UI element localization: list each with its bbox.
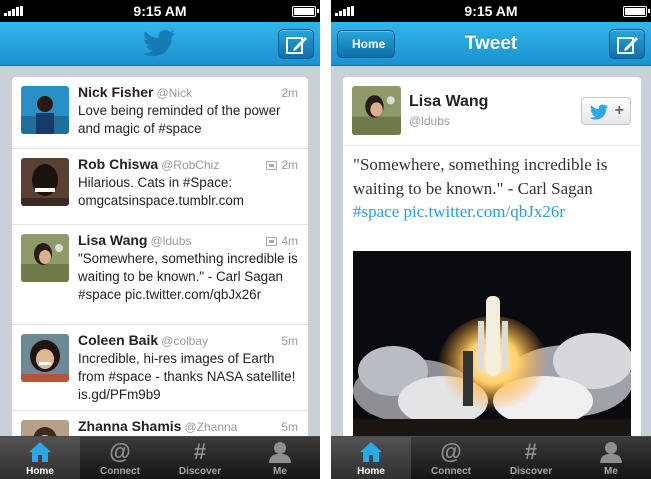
avatar[interactable] xyxy=(21,334,69,382)
tweet-author: Coleen Baik @colbay xyxy=(78,332,209,348)
twitter-bird-icon xyxy=(589,104,609,120)
tab-me[interactable]: Me xyxy=(571,437,651,479)
tweet-link[interactable]: #space pic.twitter.com/qbJx26r xyxy=(353,202,565,221)
tweet-text: "Somewhere, something incredible is wait… xyxy=(353,155,608,221)
avatar[interactable] xyxy=(21,420,69,437)
tab-discover[interactable]: # Discover xyxy=(491,437,571,479)
tab-connect[interactable]: @ Connect xyxy=(411,437,491,479)
tweet-text: Incredible, hi-res images of Earth from … xyxy=(78,351,296,402)
tweet-row[interactable]: Rob Chiswa @RobChiz 2m Hilarious. Cats in… xyxy=(12,149,308,225)
tweet-author: Zhanna Shamis @Zhanna xyxy=(78,418,238,434)
battery-icon xyxy=(292,6,319,17)
avatar[interactable] xyxy=(21,234,69,282)
tweet-time: 4m xyxy=(266,234,298,248)
home-icon xyxy=(29,442,51,462)
tweet-list[interactable]: Nick Fisher @Nick 2m Love being reminded … xyxy=(12,77,308,437)
nav-bar: Home Tweet xyxy=(331,22,651,66)
divider xyxy=(343,145,641,146)
nav-bar xyxy=(0,22,320,66)
tweet-handle: @Zhanna xyxy=(184,420,238,434)
timeline-screen: 9:15 AM Nick Fisher @Nick 2m Love being r… xyxy=(0,0,320,479)
twitter-bird-icon xyxy=(143,30,175,57)
status-bar: 9:15 AM xyxy=(0,0,320,22)
tweet-row[interactable]: Lisa Wang @ldubs 4m "Somewhere, something… xyxy=(12,225,308,325)
tweet-author: Rob Chiswa @RobChiz xyxy=(78,156,220,172)
tab-me[interactable]: Me xyxy=(240,437,320,479)
at-icon: @ xyxy=(440,439,462,464)
tweet-detail-screen: 9:15 AM Home Tweet Lisa Wang @ldubs + "S… xyxy=(331,0,651,479)
tab-bar: Home @ Connect # Discover Me xyxy=(0,436,320,479)
tab-bar: Home @ Connect # Discover Me xyxy=(331,436,651,479)
compose-button[interactable] xyxy=(278,29,314,59)
tweet-time: 5m xyxy=(281,420,298,434)
tweet-row[interactable]: Zhanna Shamis @Zhanna 5m xyxy=(12,411,308,437)
tweet-handle[interactable]: @ldubs xyxy=(409,114,450,128)
media-icon xyxy=(266,161,278,170)
person-icon xyxy=(600,442,622,463)
tweet-photo[interactable] xyxy=(353,251,631,437)
tweet-card: Lisa Wang @ldubs + "Somewhere, something… xyxy=(343,77,641,437)
compose-icon xyxy=(617,37,638,54)
home-icon xyxy=(360,442,382,462)
tweet-row[interactable]: Nick Fisher @Nick 2m Love being reminded … xyxy=(12,77,308,149)
tweet-time: 5m xyxy=(281,334,298,348)
follow-button[interactable]: + xyxy=(581,97,631,125)
compose-icon xyxy=(286,37,307,54)
tweet-handle: @RobChiz xyxy=(161,158,220,172)
hash-icon: # xyxy=(193,439,207,464)
compose-button[interactable] xyxy=(609,29,645,59)
status-time: 9:15 AM xyxy=(133,3,187,19)
plus-icon: + xyxy=(614,102,624,119)
tweet-text: "Somewhere, something incredible is wait… xyxy=(78,251,298,302)
tweet-author: Nick Fisher @Nick xyxy=(78,84,192,100)
status-time: 9:15 AM xyxy=(464,3,518,19)
tweet-handle: @Nick xyxy=(156,86,192,100)
battery-icon xyxy=(623,6,650,17)
tweet-text: Love being reminded of the power and mag… xyxy=(78,103,281,136)
avatar[interactable] xyxy=(21,86,69,134)
tweet-time: 2m xyxy=(266,158,298,172)
status-bar: 9:15 AM xyxy=(331,0,651,22)
tweet-handle: @ldubs xyxy=(150,234,192,248)
page-title: Tweet xyxy=(464,33,518,54)
tab-connect[interactable]: @ Connect xyxy=(80,437,160,479)
at-icon: @ xyxy=(109,439,131,464)
person-icon xyxy=(269,442,291,463)
tweet-text: Hilarious. Cats in #Space: omgcatsinspac… xyxy=(78,175,244,208)
tab-home[interactable]: Home xyxy=(0,437,80,479)
tab-home[interactable]: Home xyxy=(331,437,411,479)
avatar[interactable] xyxy=(21,158,69,206)
tab-discover[interactable]: # Discover xyxy=(160,437,240,479)
tweet-author[interactable]: Lisa Wang xyxy=(409,93,488,111)
media-icon xyxy=(266,237,278,246)
tweet-row[interactable]: Coleen Baik @colbay 5m Incredible, hi-res… xyxy=(12,325,308,411)
avatar[interactable] xyxy=(352,86,401,135)
tweet-time: 2m xyxy=(281,86,298,100)
hash-icon: # xyxy=(524,439,538,464)
tweet-handle: @colbay xyxy=(161,334,209,348)
tweet-author: Lisa Wang @ldubs xyxy=(78,232,192,248)
